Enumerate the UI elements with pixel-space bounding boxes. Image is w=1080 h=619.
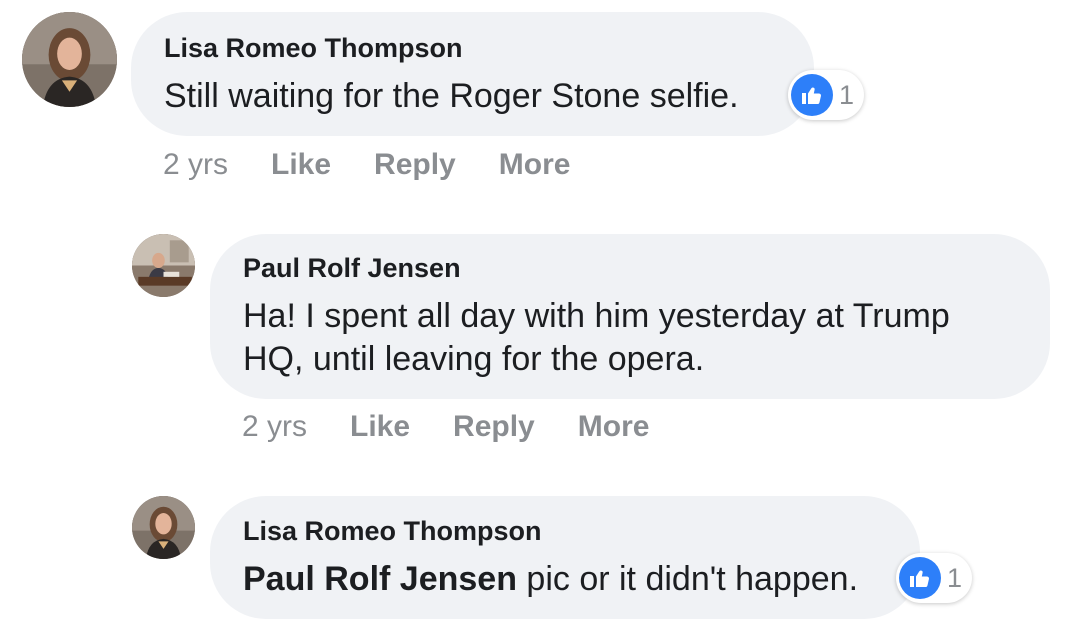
like-icon: [899, 557, 941, 599]
comment-text: Still waiting for the Roger Stone selfie…: [164, 77, 739, 115]
like-icon: [791, 74, 833, 116]
like-button[interactable]: Like: [271, 148, 331, 182]
more-button[interactable]: More: [499, 148, 571, 182]
reaction-badge[interactable]: 1: [788, 70, 864, 120]
reply-button[interactable]: Reply: [453, 410, 535, 444]
profile-photo-icon: [22, 12, 117, 107]
timestamp[interactable]: 2 yrs: [242, 410, 307, 444]
profile-photo-icon: [132, 496, 195, 559]
avatar[interactable]: [132, 496, 195, 559]
comment-text: Paul Rolf Jensen pic or it didn't happen…: [243, 558, 858, 601]
timestamp[interactable]: 2 yrs: [163, 148, 228, 182]
comment-author[interactable]: Lisa Romeo Thompson: [164, 35, 463, 62]
comment-text-body: pic or it didn't happen.: [516, 560, 859, 598]
avatar[interactable]: [22, 12, 117, 107]
reaction-count: 1: [839, 79, 855, 110]
more-button[interactable]: More: [578, 410, 650, 444]
comment-text-line: HQ, until leaving for the opera.: [243, 340, 705, 378]
reaction-count: 1: [947, 562, 963, 593]
mention-link[interactable]: Paul Rolf Jensen: [243, 560, 517, 598]
comment-author[interactable]: Paul Rolf Jensen: [243, 255, 461, 282]
comment-actions: 2 yrs Like Reply More: [242, 410, 692, 444]
comment-text-line: Ha! I spent all day with him yesterday a…: [243, 297, 950, 335]
comment-actions: 2 yrs Like Reply More: [163, 148, 613, 182]
reply-button[interactable]: Reply: [374, 148, 456, 182]
like-button[interactable]: Like: [350, 410, 410, 444]
avatar[interactable]: [132, 234, 195, 297]
profile-photo-icon: [132, 234, 195, 297]
comment-author[interactable]: Lisa Romeo Thompson: [243, 518, 542, 545]
reaction-badge[interactable]: 1: [896, 553, 972, 603]
